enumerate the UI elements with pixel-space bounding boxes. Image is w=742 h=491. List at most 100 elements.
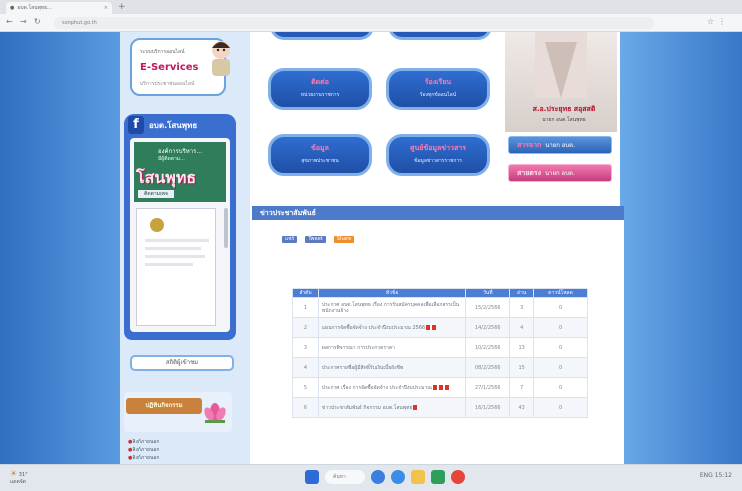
- cell-download-text: 0: [558, 364, 563, 371]
- facebook-icon: f: [128, 116, 144, 134]
- tweet-button[interactable]: Tweet: [305, 236, 326, 243]
- facebook-scrollbar[interactable]: [224, 208, 228, 248]
- service-subtitle: หน่วยงานราชการ: [300, 92, 340, 98]
- pdf-icon[interactable]: [438, 384, 443, 390]
- service-button-top-2[interactable]: [388, 32, 492, 40]
- system-tray[interactable]: ENG 15:12: [700, 472, 732, 479]
- weather-text: แดดจัด: [10, 479, 26, 485]
- cell-date: 10/2/2566: [465, 337, 511, 358]
- link-item[interactable]: ลิงก์ภายนอก: [128, 438, 159, 446]
- taskbar: ☀ 31° แดดจัด ค้นหา ENG 15:12: [0, 464, 742, 491]
- cell-reads-text: 7: [520, 384, 524, 391]
- table-row[interactable]: 2 แผนการจัดซื้อจัดจ้าง ประจำปีงบประมาณ 25…: [292, 317, 588, 338]
- mayor-name: ส.อ.ประยุทธ สอุสสติ: [532, 105, 596, 113]
- service-button-top-1[interactable]: [270, 32, 374, 40]
- lotus-band-label: ปฏิทินกิจกรรม: [126, 398, 202, 414]
- close-tab-icon[interactable]: ×: [104, 5, 108, 11]
- table-row[interactable]: 5 ประกาศ เรื่อง การจัดซื้อจัดจ้าง ประจำปี…: [292, 377, 588, 398]
- mayor-hotline-button[interactable]: สายตรง นายก อบต.: [508, 164, 612, 182]
- pdf-icon[interactable]: [432, 324, 437, 330]
- facebook-banner-text: โสนพุทธ: [136, 168, 197, 187]
- eservice-sub-text: บริการประชาชนออนไลน์: [140, 81, 195, 87]
- share-button[interactable]: แชร์: [282, 236, 298, 243]
- post-emblem-icon: [145, 218, 209, 266]
- cell-no-text: 4: [303, 364, 308, 371]
- url-field[interactable]: sonphut.go.th: [54, 17, 654, 29]
- facebook-page-card[interactable]: องค์การบริหาร... มีผู้ติดตาม... โสนพุทธ …: [134, 142, 226, 202]
- cell-title[interactable]: ประกาศรายชื่อผู้มีสิทธิ์รับเงินเบี้ยยังช…: [317, 357, 467, 378]
- forward-icon[interactable]: →: [20, 17, 27, 26]
- chrome-browser-icon[interactable]: [391, 470, 405, 484]
- pdf-icon[interactable]: [444, 384, 449, 390]
- service-button-info-center[interactable]: ศูนย์ข้อมูลข่าวสาร ข้อมูลข่าวสารราชการ: [386, 134, 490, 176]
- service-button-complaint[interactable]: ร้องเรียน ร้องทุกข์ออนไลน์: [386, 68, 490, 110]
- pdf-icon[interactable]: [413, 404, 418, 410]
- new-tab-button[interactable]: +: [118, 2, 126, 12]
- cell-date: 16/1/2566: [465, 397, 511, 418]
- edge-browser-icon[interactable]: [371, 470, 385, 484]
- taskbar-apps: ค้นหา: [305, 470, 465, 484]
- browser-tab[interactable]: ● อบต.โสนพุทธ... ×: [6, 2, 112, 14]
- service-title: ร้องเรียน: [424, 78, 452, 86]
- table-row[interactable]: 6 ข่าวประชาสัมพันธ์ กิจกรรม อบต.โสนพุทธ 16…: [292, 397, 588, 418]
- pdf-icon[interactable]: [426, 324, 431, 330]
- windows-start-icon[interactable]: [305, 470, 319, 484]
- cell-title[interactable]: แผนการจัดซื้อจัดจ้าง ประจำปีงบประมาณ 256…: [317, 317, 467, 338]
- table-row[interactable]: 1 ประกาศ อบต.โสนพุทธ เรื่อง การรับสมัครบุ…: [292, 297, 588, 318]
- facebook-embed[interactable]: องค์การบริหาร... มีผู้ติดตาม... โสนพุทธ …: [130, 138, 230, 332]
- weather-widget[interactable]: ☀ 31° แดดจัด: [10, 470, 28, 486]
- news-header: ข่าวประชาสัมพันธ์: [252, 206, 624, 220]
- lotus-banner[interactable]: ปฏิทินกิจกรรม: [124, 392, 232, 432]
- facebook-post[interactable]: [136, 208, 216, 326]
- cell-reads-text: 3: [520, 304, 524, 311]
- share-orange-button[interactable]: Share: [333, 236, 355, 243]
- link-item[interactable]: ลิงก์ภายนอก: [128, 454, 159, 462]
- file-explorer-icon[interactable]: [411, 470, 425, 484]
- service-button-contact[interactable]: ติดต่อ หน่วยงานราชการ: [268, 68, 372, 110]
- store-icon[interactable]: [431, 470, 445, 484]
- cell-download-text: 0: [558, 404, 563, 411]
- cell-reads-text: 15: [518, 364, 525, 371]
- address-bar-row: ← → ↻ sonphut.go.th ☆⋮: [0, 14, 742, 32]
- service-subtitle: ร้องทุกข์ออนไลน์: [419, 92, 457, 98]
- cell-date: 08/2/2566: [465, 357, 511, 378]
- browser-tools-icon[interactable]: ☆⋮: [707, 17, 730, 26]
- left-background: [0, 32, 120, 464]
- cell-download-text: 0: [558, 324, 563, 331]
- mayor-message-button[interactable]: สารจาก นายก อบต.: [508, 136, 612, 154]
- cell-no: 3: [292, 337, 319, 358]
- cell-date: 15/2/2566: [465, 297, 511, 318]
- link-item[interactable]: ลิงก์ภายนอก: [128, 446, 159, 454]
- facebook-follow-button[interactable]: ติดตามเพจ: [138, 190, 174, 198]
- cell-title-text: ประกาศ อบต.โสนพุทธ เรื่อง การรับสมัครบุค…: [321, 301, 460, 314]
- cell-reads: 43: [509, 397, 535, 418]
- cell-title[interactable]: ประกาศ เรื่อง การจัดซื้อจัดจ้าง ประจำปีง…: [317, 377, 467, 398]
- eservice-banner[interactable]: ระบบบริการออนไลน์ E-Services บริการประชา…: [130, 38, 230, 96]
- table-row[interactable]: 3 ผลการพิจารณา การประกวดราคา 10/2/2566 13 0: [292, 337, 588, 358]
- taskbar-search[interactable]: ค้นหา: [325, 470, 365, 484]
- cell-title[interactable]: ข่าวประชาสัมพันธ์ กิจกรรม อบต.โสนพุทธ: [317, 397, 467, 418]
- link-list: ลิงก์ภายนอก ลิงก์ภายนอก ลิงก์ภายนอก: [128, 438, 159, 462]
- visitor-counter[interactable]: สถิติผู้เข้าชม: [130, 355, 234, 371]
- cell-title-text: ประกาศ เรื่อง การจัดซื้อจัดจ้าง ประจำปีง…: [321, 384, 432, 391]
- cell-reads-text: 13: [518, 344, 525, 351]
- cell-no: 1: [292, 297, 319, 318]
- ribbon-label: นายก อบต.: [545, 170, 575, 177]
- pdf-icon[interactable]: [432, 384, 437, 390]
- back-icon[interactable]: ←: [6, 17, 13, 26]
- cell-date-text: 14/2/2566: [474, 324, 501, 331]
- col-no: ลำดับ: [292, 288, 319, 298]
- cell-download: 0: [533, 297, 588, 318]
- cell-title[interactable]: ประกาศ อบต.โสนพุทธ เรื่อง การรับสมัครบุค…: [317, 297, 467, 318]
- right-background: [620, 32, 742, 464]
- favicon-icon: ●: [10, 5, 15, 11]
- facebook-title: อบต.โสนพุทธ: [149, 120, 198, 130]
- app-icon[interactable]: [451, 470, 465, 484]
- service-button-health[interactable]: ข้อมูล สุขภาพประชาชน: [268, 134, 372, 176]
- reload-icon[interactable]: ↻: [34, 17, 41, 26]
- table-row[interactable]: 4 ประกาศรายชื่อผู้มีสิทธิ์รับเงินเบี้ยยัง…: [292, 357, 588, 378]
- cell-date-text: 10/2/2566: [474, 344, 501, 351]
- mayor-portrait-icon: [535, 32, 587, 98]
- cell-title-text: ผลการพิจารณา การประกวดราคา: [321, 344, 395, 351]
- cell-title[interactable]: ผลการพิจารณา การประกวดราคา: [317, 337, 467, 358]
